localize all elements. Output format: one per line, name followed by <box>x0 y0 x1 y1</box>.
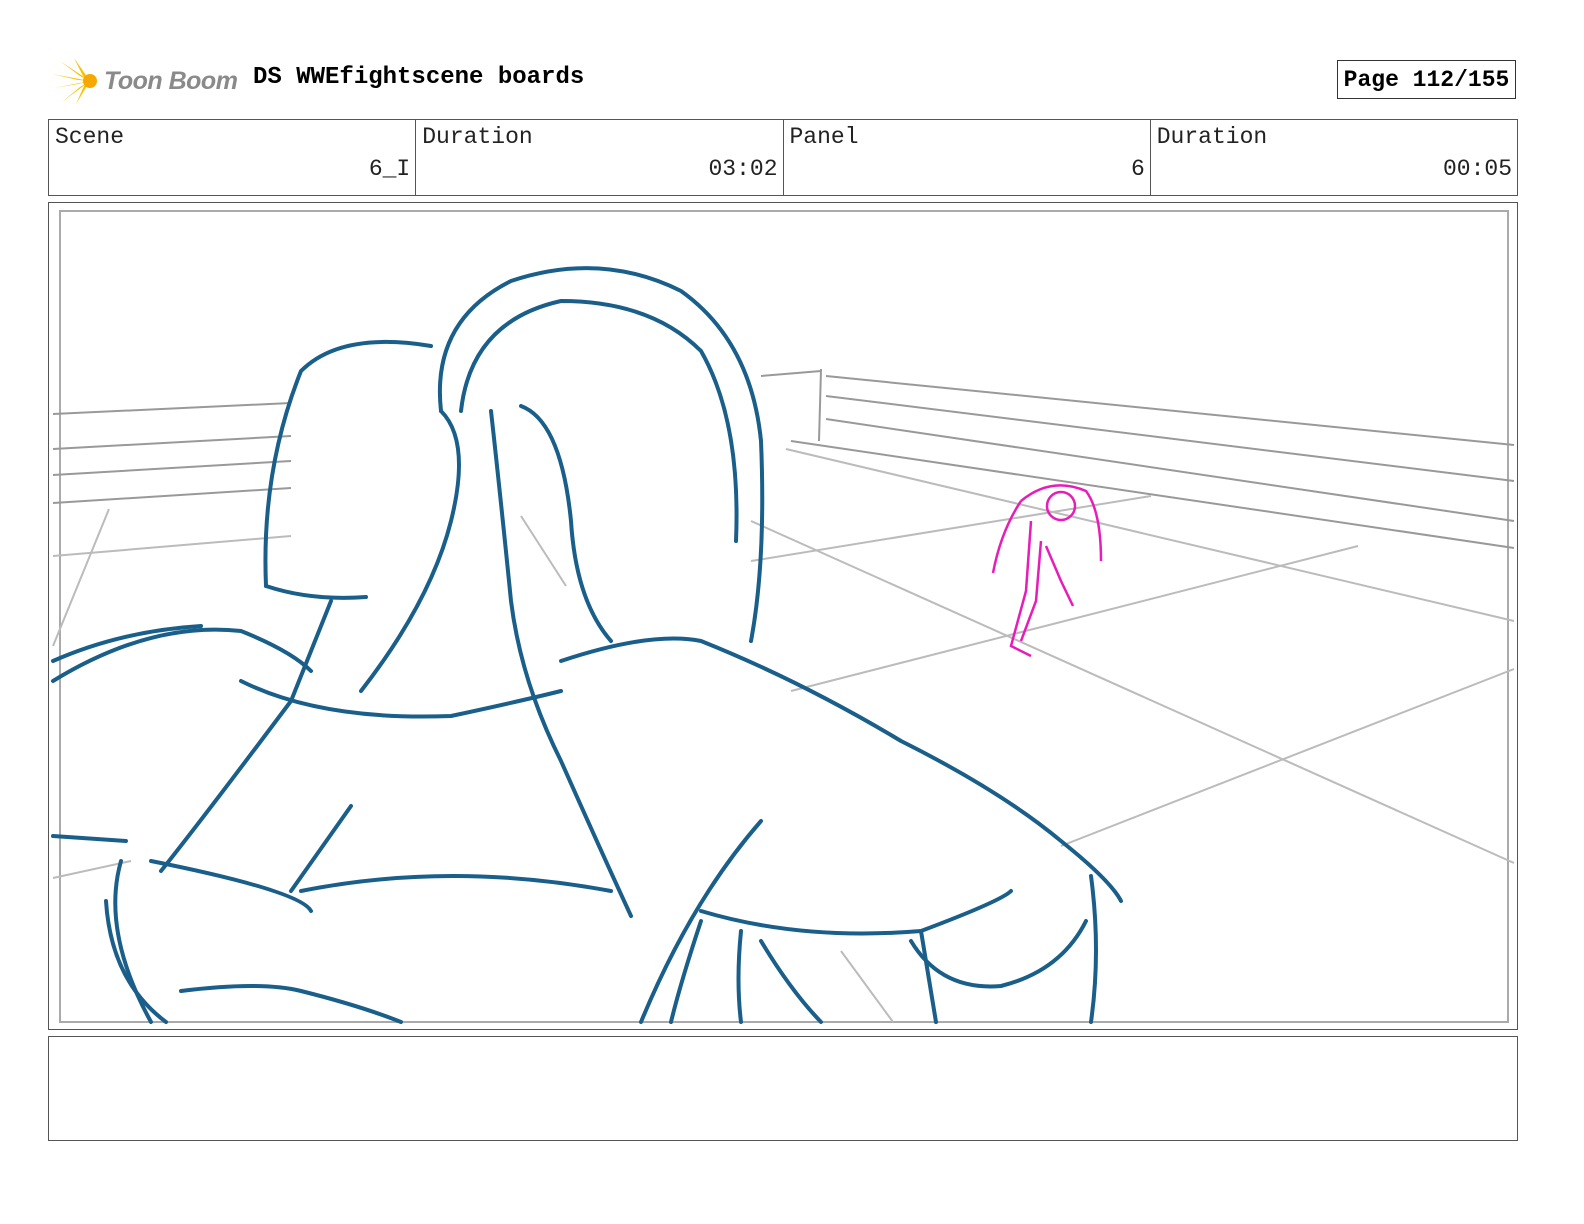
page-number: Page 112/155 <box>1337 60 1516 99</box>
blue-foreground-wrestler <box>51 266 1123 1024</box>
panel-value: 6 <box>1130 156 1145 182</box>
scene-info-table: Scene 6_I Duration 03:02 Panel 6 Duratio… <box>48 119 1518 196</box>
pink-wrestler-figure <box>991 484 1103 658</box>
safe-frame <box>59 210 1509 1023</box>
panel-duration-label: Duration <box>1156 124 1268 150</box>
panel-duration-value: 00:05 <box>1442 156 1512 182</box>
scene-cell: Scene 6_I <box>49 120 417 195</box>
storyboard-title: DS WWEfightscene boards <box>253 64 585 91</box>
ring-floor-grid <box>52 448 1515 1023</box>
panel-sketch <box>51 210 1515 1024</box>
storyboard-panel <box>48 202 1518 1030</box>
panel-label: Panel <box>789 124 859 150</box>
logo-text: Toon Boom <box>104 66 238 95</box>
scene-label: Scene <box>55 124 125 150</box>
toon-boom-logo: Toon Boom <box>50 56 240 106</box>
scene-duration-value: 03:02 <box>708 156 778 182</box>
panel-notes-area <box>48 1036 1518 1141</box>
starburst-icon <box>52 58 97 104</box>
panel-cell: Panel 6 <box>784 120 1151 195</box>
panel-duration-cell: Duration 00:05 <box>1151 120 1517 195</box>
ring-ropes <box>52 368 1515 549</box>
scene-duration-cell: Duration 03:02 <box>416 120 784 195</box>
scene-duration-label: Duration <box>422 124 533 150</box>
scene-value: 6_I <box>368 156 411 182</box>
